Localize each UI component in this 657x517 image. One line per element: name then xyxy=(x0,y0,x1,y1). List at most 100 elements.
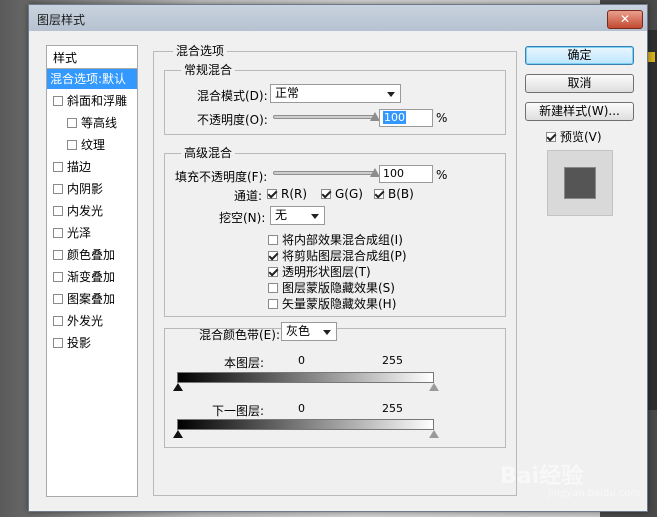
style-item[interactable]: 等高线 xyxy=(47,113,137,133)
advanced-option-label: 图层蒙版隐藏效果(S) xyxy=(282,281,395,295)
style-item[interactable]: 颜色叠加 xyxy=(47,245,137,265)
style-item-label: 颜色叠加 xyxy=(67,248,116,262)
checkbox-icon[interactable] xyxy=(53,183,63,194)
blend-if-value: 灰色 xyxy=(286,324,311,338)
fill-opacity-value: 100 xyxy=(383,167,404,180)
style-item[interactable]: 混合选项:默认 xyxy=(47,69,137,89)
opacity-slider[interactable] xyxy=(273,115,375,119)
blend-if-group xyxy=(164,328,506,448)
advanced-option-checkbox[interactable]: 将剪贴图层混合成组(P) xyxy=(268,247,407,264)
style-item[interactable]: 描边 xyxy=(47,157,137,177)
this-layer-black-slider[interactable] xyxy=(173,383,183,391)
knockout-select[interactable]: 无 xyxy=(270,206,325,225)
background-swatch xyxy=(647,52,655,62)
this-layer-label: 本图层: xyxy=(224,356,265,370)
watermark-url: jingyan.baidu.com xyxy=(548,488,641,499)
checkbox-icon[interactable] xyxy=(53,95,63,106)
chevron-down-icon xyxy=(387,92,395,97)
preview-label: 预览(V) xyxy=(560,130,602,144)
style-item[interactable]: 内阴影 xyxy=(47,179,137,199)
chevron-down-icon xyxy=(323,330,331,335)
checkbox-icon[interactable] xyxy=(53,337,63,348)
blend-mode-label: 混合模式(D): xyxy=(197,89,268,103)
checkbox-icon[interactable] xyxy=(67,139,77,150)
advanced-option-checkbox[interactable]: 矢量蒙版隐藏效果(H) xyxy=(268,295,396,312)
dialog-title: 图层样式 xyxy=(37,13,86,27)
blend-mode-select[interactable]: 正常 xyxy=(270,84,401,103)
style-item[interactable]: 纹理 xyxy=(47,135,137,155)
channel-r-label: R(R) xyxy=(281,187,308,201)
style-item-label: 混合选项:默认 xyxy=(50,72,127,86)
channel-b-label: B(B) xyxy=(388,187,414,201)
underlying-layer-max: 255 xyxy=(382,402,403,415)
checkbox-icon[interactable] xyxy=(53,227,63,238)
underlying-layer-gradient xyxy=(177,419,434,430)
style-item[interactable]: 渐变叠加 xyxy=(47,267,137,287)
style-item-label: 渐变叠加 xyxy=(67,270,116,284)
advanced-option-checkbox[interactable]: 将内部效果混合成组(I) xyxy=(268,231,403,248)
checkbox-checked-icon xyxy=(268,266,278,277)
channel-r-checkbox[interactable]: R(R) xyxy=(267,187,307,201)
style-preview xyxy=(547,150,613,216)
fill-opacity-slider[interactable] xyxy=(273,171,375,175)
blend-if-select[interactable]: 灰色 xyxy=(281,322,337,341)
underlying-layer-label: 下一图层: xyxy=(212,404,265,418)
advanced-option-checkbox[interactable]: 透明形状图层(T) xyxy=(268,263,371,280)
checkbox-icon[interactable] xyxy=(53,293,63,304)
style-item[interactable]: 光泽 xyxy=(47,223,137,243)
checkbox-icon[interactable] xyxy=(53,205,63,216)
checkbox-checked-icon xyxy=(321,188,331,199)
checkbox-icon[interactable] xyxy=(53,249,63,260)
channel-b-checkbox[interactable]: B(B) xyxy=(374,187,414,201)
style-item-label: 斜面和浮雕 xyxy=(67,94,128,108)
preview-swatch xyxy=(564,167,596,199)
style-item-label: 投影 xyxy=(67,336,92,350)
checkbox-checked-icon xyxy=(374,188,384,199)
knockout-label: 挖空(N): xyxy=(219,211,266,225)
fill-opacity-input[interactable]: 100 xyxy=(379,165,433,183)
knockout-value: 无 xyxy=(275,208,288,222)
checkbox-checked-icon xyxy=(268,250,278,261)
checkbox-icon[interactable] xyxy=(53,161,63,172)
style-item[interactable]: 内发光 xyxy=(47,201,137,221)
style-item-label: 图案叠加 xyxy=(67,292,116,306)
checkbox-icon[interactable] xyxy=(53,315,63,326)
close-button[interactable]: ✕ xyxy=(607,10,643,29)
new-style-button[interactable]: 新建样式(W)... xyxy=(525,102,634,121)
styles-list: 样式 混合选项:默认斜面和浮雕等高线纹理描边 内阴影内发光光泽颜色叠加渐变叠加图案… xyxy=(46,45,138,497)
cancel-button[interactable]: 取消 xyxy=(525,74,634,93)
style-item-label: 内发光 xyxy=(67,204,104,218)
ok-button[interactable]: 确定 xyxy=(525,46,634,65)
checkbox-icon[interactable] xyxy=(53,271,63,282)
style-item-label: 光泽 xyxy=(67,226,92,240)
advanced-option-label: 将剪贴图层混合成组(P) xyxy=(282,249,407,263)
preview-checkbox[interactable]: 预览(V) xyxy=(546,128,602,145)
channel-g-checkbox[interactable]: G(G) xyxy=(321,187,363,201)
style-item-label: 等高线 xyxy=(81,116,118,130)
style-item[interactable]: 图案叠加 xyxy=(47,289,137,309)
underlying-layer-black-slider[interactable] xyxy=(173,430,183,438)
blending-options-title: 混合选项 xyxy=(173,42,228,59)
advanced-blending-title: 高级混合 xyxy=(181,144,236,161)
this-layer-white-slider[interactable] xyxy=(429,383,439,391)
watermark-logo: Bai经验 xyxy=(500,464,584,489)
underlying-layer-white-slider[interactable] xyxy=(429,430,439,438)
style-item[interactable]: 外发光 xyxy=(47,311,137,331)
advanced-option-label: 透明形状图层(T) xyxy=(282,265,371,279)
checkbox-icon xyxy=(268,282,278,293)
opacity-unit: % xyxy=(436,111,448,125)
opacity-value: 100 xyxy=(383,111,406,124)
advanced-option-checkbox[interactable]: 图层蒙版隐藏效果(S) xyxy=(268,279,395,296)
style-item-label: 纹理 xyxy=(81,138,106,152)
fill-opacity-unit: % xyxy=(436,168,448,182)
checkbox-checked-icon xyxy=(267,188,277,199)
style-item[interactable]: 投影 xyxy=(47,333,137,353)
title-bar[interactable]: 图层样式 ✕ xyxy=(29,5,647,31)
checkbox-icon[interactable] xyxy=(67,117,77,128)
opacity-input[interactable]: 100 xyxy=(379,109,433,127)
channel-g-label: G(G) xyxy=(335,187,363,201)
style-item[interactable]: 斜面和浮雕 xyxy=(47,91,137,111)
advanced-option-label: 将内部效果混合成组(I) xyxy=(282,233,403,247)
fill-opacity-label: 填充不透明度(F): xyxy=(175,170,268,184)
styles-header[interactable]: 样式 xyxy=(53,49,77,66)
